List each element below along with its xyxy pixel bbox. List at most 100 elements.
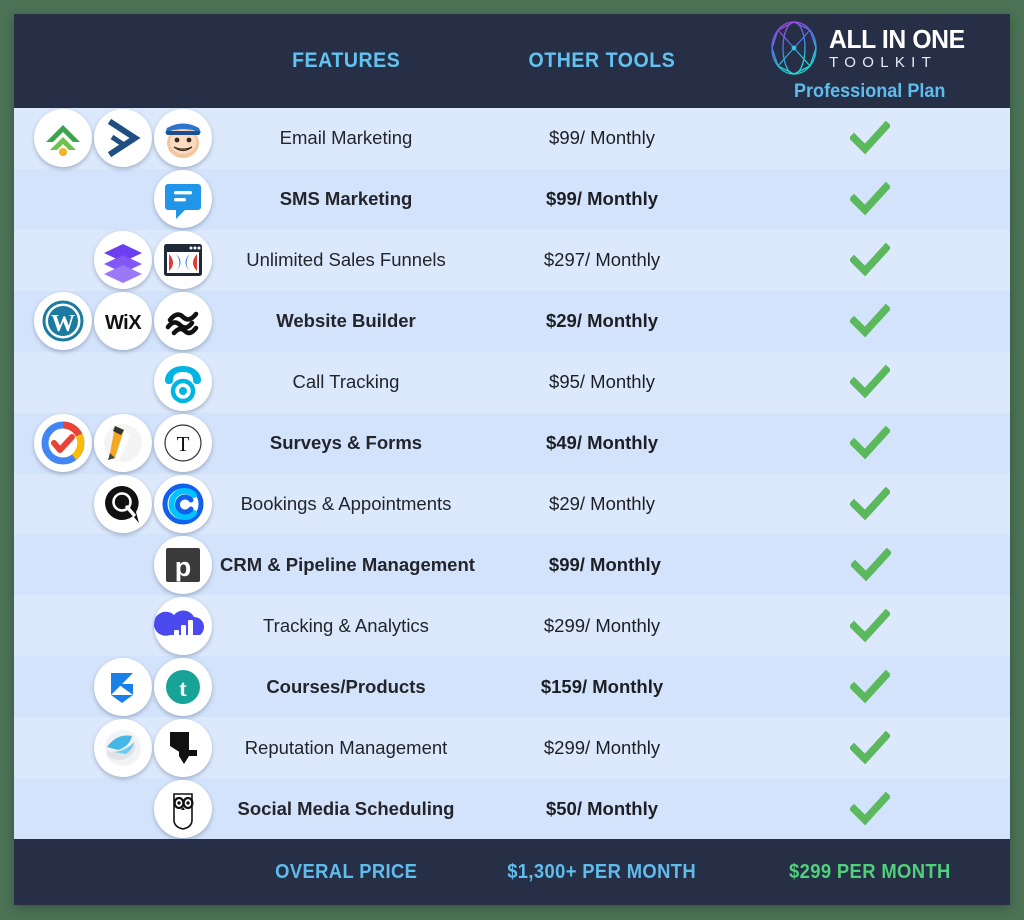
svg-text:W: W xyxy=(51,311,75,337)
other-tools-price: $29/ Monthly xyxy=(545,310,659,332)
feature-name: Surveys & Forms xyxy=(269,432,423,454)
header-features-label: FEATURES xyxy=(291,49,401,72)
footer-other-total-cell: $1,300+ PER MONTH xyxy=(474,839,730,905)
included-check-cell xyxy=(730,474,1010,535)
table-header: FEATURES OTHER TOOLS ALL IN ONE TOOLKIT … xyxy=(14,14,1010,108)
row-logos: p xyxy=(14,534,218,595)
svg-text:T: T xyxy=(177,432,190,456)
other-tools-price: $99/ Monthly xyxy=(548,553,661,575)
checkmark-icon xyxy=(851,547,892,582)
checkmark-icon xyxy=(850,365,890,399)
feature-name: Bookings & Appointments xyxy=(240,492,452,514)
jotform-icon[interactable] xyxy=(94,414,152,473)
feature-name: Call Tracking xyxy=(292,371,400,393)
included-check-cell xyxy=(730,656,1010,717)
callrail-icon[interactable] xyxy=(154,353,212,412)
constant-contact-icon[interactable] xyxy=(34,109,92,168)
checkmark-icon xyxy=(850,182,890,216)
svg-text:p: p xyxy=(175,552,192,582)
yelp-icon[interactable] xyxy=(154,718,212,777)
checkmark-icon xyxy=(850,121,890,155)
wix-icon[interactable]: WiX xyxy=(94,292,152,351)
row-logos: W WiX xyxy=(14,291,218,352)
other-tools-price: $299/ Monthly xyxy=(543,736,661,758)
svg-text:t: t xyxy=(179,676,187,701)
table-row: T Surveys & Forms $49/ Monthly xyxy=(14,412,1010,474)
table-row: Email Marketing $99/ Monthly xyxy=(14,108,1010,169)
wordpress-icon[interactable]: W xyxy=(34,292,92,351)
row-logos: t xyxy=(14,656,218,717)
plan-label: Professional Plan xyxy=(794,80,946,102)
analytics-icon[interactable] xyxy=(154,596,212,655)
typeform-icon[interactable]: T xyxy=(154,414,212,473)
leadpages-icon[interactable] xyxy=(94,231,152,290)
header-brand-cell: ALL IN ONE TOOLKIT Professional Plan xyxy=(730,14,1010,108)
included-check-cell xyxy=(730,108,1010,169)
feature-name: Email Marketing xyxy=(279,127,413,149)
pipedrive-icon[interactable]: p xyxy=(154,535,212,594)
brand-line2: TOOLKIT xyxy=(829,53,938,71)
table-row: Bookings & Appointments $29/ Monthly xyxy=(14,473,1010,535)
feature-name: Tracking & Analytics xyxy=(263,614,429,636)
row-logos xyxy=(14,595,218,656)
other-tools-total: $1,300+ PER MONTH xyxy=(507,860,697,883)
included-check-cell xyxy=(730,169,1010,230)
table-row: Call Tracking $95/ Monthly xyxy=(14,351,1010,413)
squarespace-icon[interactable] xyxy=(154,292,212,351)
row-logos: T xyxy=(14,413,218,474)
other-tools-price: $99/ Monthly xyxy=(545,188,659,210)
included-check-cell xyxy=(730,352,1010,413)
calendly-icon[interactable] xyxy=(154,474,212,533)
included-check-cell xyxy=(730,413,1010,474)
kajabi-icon[interactable] xyxy=(94,657,152,716)
footer-logos-spacer xyxy=(14,839,218,905)
checkmark-icon xyxy=(850,243,890,277)
simpletexting-icon[interactable] xyxy=(154,170,212,229)
feature-name: Social Media Scheduling xyxy=(237,797,455,819)
header-other-tools-label: OTHER TOOLS xyxy=(528,49,676,72)
table-row: W WiX Website Builder $29/ Monthly xyxy=(14,290,1010,352)
checkmark-icon xyxy=(850,730,890,765)
acuity-icon[interactable] xyxy=(94,474,152,533)
clickfunnels-icon[interactable] xyxy=(154,231,212,290)
other-tools-price: $159/ Monthly xyxy=(540,675,664,697)
row-logos xyxy=(14,717,218,778)
activecampaign-icon[interactable] xyxy=(94,109,152,168)
other-tools-price: $95/ Monthly xyxy=(549,371,655,393)
header-features-cell: FEATURES xyxy=(218,14,474,108)
row-logos xyxy=(14,230,218,291)
checkmark-icon xyxy=(850,608,890,643)
birdeye-icon[interactable] xyxy=(94,718,152,777)
svg-text:WiX: WiX xyxy=(105,312,142,334)
hootsuite-icon[interactable] xyxy=(154,779,212,838)
feature-name: SMS Marketing xyxy=(279,188,413,210)
mailchimp-icon[interactable] xyxy=(154,109,212,168)
row-logos xyxy=(14,474,218,535)
table-row: p CRM & Pipeline Management $99/ Monthly xyxy=(14,534,1010,596)
table-row: SMS Marketing $99/ Monthly xyxy=(14,168,1010,230)
brand-line1: ALL IN ONE xyxy=(829,23,965,54)
included-check-cell xyxy=(730,717,1010,778)
footer-plan-total-cell: $299 PER MONTH xyxy=(730,839,1010,905)
feature-name: Reputation Management xyxy=(244,736,448,758)
teachable-icon[interactable]: t xyxy=(154,657,212,716)
included-check-cell xyxy=(730,778,1010,839)
checkmark-icon xyxy=(850,304,890,338)
header-other-tools-cell: OTHER TOOLS xyxy=(474,14,730,108)
brand-block: ALL IN ONE TOOLKIT Professional Plan xyxy=(768,20,972,103)
other-tools-price: $99/ Monthly xyxy=(549,127,655,149)
google-forms-icon[interactable] xyxy=(34,414,92,473)
included-check-cell xyxy=(730,230,1010,291)
comparison-table-card: FEATURES OTHER TOOLS ALL IN ONE TOOLKIT … xyxy=(14,14,1010,905)
row-logos xyxy=(14,169,218,230)
included-check-cell xyxy=(733,534,1010,595)
row-logos xyxy=(14,108,218,169)
checkmark-icon xyxy=(850,486,890,521)
plan-total: $299 PER MONTH xyxy=(789,860,951,883)
feature-name: Website Builder xyxy=(276,310,416,332)
header-logos-spacer xyxy=(14,14,218,108)
overall-price-label: OVERAL PRICE xyxy=(274,860,418,883)
table-row: Reputation Management $299/ Monthly xyxy=(14,717,1010,779)
other-tools-price: $49/ Monthly xyxy=(545,432,659,454)
feature-name: Unlimited Sales Funnels xyxy=(246,249,446,271)
